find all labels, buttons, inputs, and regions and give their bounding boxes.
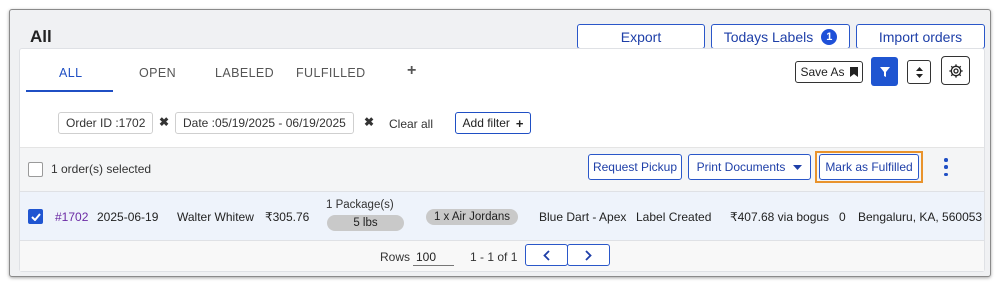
page-range-text: 1 - 1 of 1 (470, 250, 518, 264)
order-amount: ₹305.76 (265, 210, 310, 224)
mark-as-fulfilled-button[interactable]: Mark as Fulfilled (819, 154, 919, 180)
next-page-button[interactable] (567, 244, 610, 266)
plus-icon: + (515, 115, 524, 131)
chevron-left-icon (543, 249, 550, 261)
import-orders-label: Import orders (878, 28, 963, 45)
more-options-kebab-icon[interactable] (943, 158, 949, 176)
select-all-checkbox[interactable] (28, 162, 43, 177)
save-as-label: Save As (800, 65, 845, 79)
print-documents-button[interactable]: Print Documents (688, 154, 811, 180)
bulk-actions-bar: 1 order(s) selected Request Pickup Print… (20, 147, 984, 191)
pagination-bar: Rows 100 1 - 1 of 1 (20, 241, 984, 271)
save-as-button[interactable]: Save As (795, 61, 863, 83)
weight-pill: 5 lbs (327, 215, 404, 231)
order-date: 2025-06-19 (97, 210, 159, 224)
add-tab-plus-icon[interactable]: + (407, 62, 416, 80)
todays-labels-count-badge: 1 (821, 28, 838, 45)
mark-as-fulfilled-label: Mark as Fulfilled (825, 160, 913, 174)
export-label: Export (620, 28, 662, 45)
ship-location: Bengaluru, KA, 560053 (858, 210, 983, 224)
package-count: 1 Package(s) (326, 199, 394, 211)
orders-panel: ALL OPEN LABELED FULFILLED + Save As Ord… (19, 48, 985, 272)
gear-icon (948, 63, 963, 78)
sort-arrows-icon (915, 66, 923, 78)
sort-button[interactable] (907, 60, 931, 84)
items-pill: 1 x Air Jordans (426, 209, 518, 225)
rows-label: Rows (380, 250, 411, 264)
tab-open[interactable]: OPEN (139, 66, 176, 80)
bookmark-icon (849, 67, 858, 77)
page-title: All (30, 27, 52, 46)
settings-button[interactable] (941, 56, 970, 85)
checkmark-icon (30, 212, 41, 221)
shipping-cost: ₹407.68 via bogus (730, 210, 830, 224)
row-checkbox[interactable] (28, 209, 43, 224)
print-documents-label: Print Documents (696, 160, 786, 174)
table-row[interactable]: #1702 2025-06-19 Walter Whitew ₹305.76 1… (20, 191, 984, 241)
request-pickup-label: Request Pickup (592, 160, 678, 174)
active-tab-indicator (26, 90, 113, 92)
clear-all-link[interactable]: Clear all (389, 117, 433, 131)
todays-labels-button[interactable]: Todays Labels 1 (711, 24, 850, 49)
order-id-link[interactable]: #1702 (55, 210, 88, 224)
customer-name: Walter Whitew (177, 210, 254, 224)
add-filter-button[interactable]: Add filter + (455, 112, 531, 134)
carrier: Blue Dart - Apex (539, 210, 627, 224)
filter-chip-label: Date :05/19/2025 - 06/19/2025 (183, 116, 346, 130)
previous-page-button[interactable] (525, 244, 568, 266)
funnel-icon (879, 66, 890, 77)
tab-all[interactable]: ALL (59, 66, 82, 80)
status-text: Label Created (636, 210, 712, 224)
filter-chip-order-id: Order ID :1702 (58, 112, 154, 134)
remove-order-id-filter-close-icon[interactable]: ✖ (159, 115, 169, 129)
add-filter-label: Add filter (462, 116, 510, 130)
todays-labels-label: Todays Labels (723, 28, 814, 45)
weight-value: 5 lbs (353, 217, 378, 229)
count-value: 0 (839, 210, 846, 224)
chevron-right-icon (585, 249, 592, 261)
tab-labeled[interactable]: LABELED (215, 66, 274, 80)
rows-per-page-select[interactable]: 100 (413, 248, 454, 266)
filter-button[interactable] (871, 57, 898, 86)
request-pickup-button[interactable]: Request Pickup (588, 154, 682, 180)
filter-chip-label: Order ID :1702 (66, 116, 146, 130)
items-value: 1 x Air Jordans (433, 211, 511, 223)
selected-count-text: 1 order(s) selected (51, 162, 152, 176)
caret-down-icon (793, 164, 803, 170)
remove-date-filter-close-icon[interactable]: ✖ (364, 115, 374, 129)
export-button[interactable]: Export (577, 24, 705, 49)
tab-fulfilled[interactable]: FULFILLED (296, 66, 366, 80)
filter-chip-date: Date :05/19/2025 - 06/19/2025 (175, 112, 354, 134)
import-orders-button[interactable]: Import orders (856, 24, 985, 49)
